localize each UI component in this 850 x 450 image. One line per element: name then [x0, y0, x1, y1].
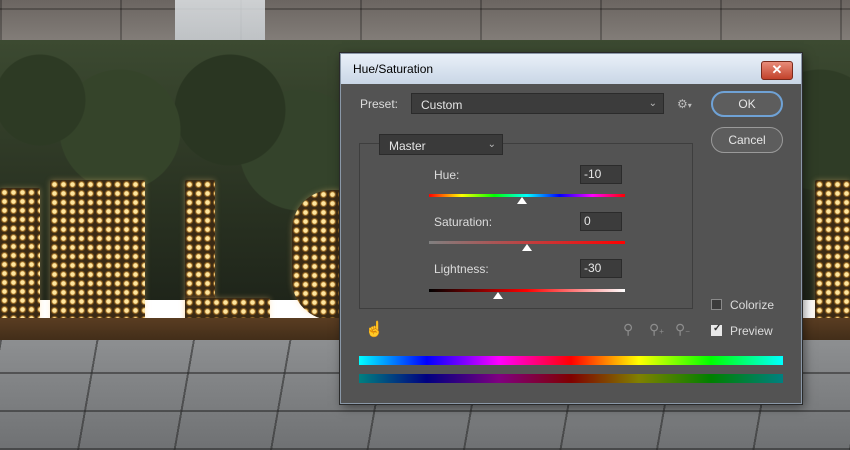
eyedropper-minus-icon[interactable]: ⚲−	[675, 322, 690, 339]
hue-slider-thumb[interactable]	[516, 197, 527, 204]
colorize-checkbox[interactable]	[711, 299, 722, 310]
preview-label: Preview	[730, 324, 773, 338]
title-bar[interactable]: Hue/Saturation ✕	[341, 54, 801, 84]
channel-value: Master	[389, 139, 426, 153]
preset-value: Custom	[421, 98, 463, 112]
dialog-title: Hue/Saturation	[353, 62, 434, 76]
close-icon: ✕	[771, 62, 783, 77]
hue-slider-track[interactable]	[429, 194, 625, 197]
hue-saturation-dialog: Hue/Saturation ✕ Preset: Custom ⌄ ⚙▾ OK …	[340, 53, 802, 404]
colorize-label: Colorize	[730, 298, 775, 312]
close-button[interactable]: ✕	[761, 61, 793, 80]
saturation-input[interactable]: 0	[580, 212, 622, 231]
preset-label: Preset:	[360, 97, 399, 111]
eyedropper-plus-icon[interactable]: ⚲+	[649, 322, 664, 339]
saturation-slider-thumb[interactable]	[522, 244, 532, 251]
lightness-input[interactable]: -30	[580, 259, 622, 278]
output-color-bar	[359, 374, 783, 383]
hand-pointer-icon[interactable]: ☝	[365, 322, 384, 337]
cancel-button[interactable]: Cancel	[711, 127, 783, 153]
adjustment-group	[359, 143, 693, 309]
chevron-down-icon: ⌄	[648, 98, 657, 109]
lightness-label: Lightness:	[434, 262, 489, 276]
input-color-bar	[359, 356, 783, 365]
gear-icon[interactable]: ⚙▾	[677, 97, 692, 113]
eyedropper-icon[interactable]: ⚲	[623, 322, 633, 336]
lightness-slider-thumb[interactable]	[492, 292, 503, 299]
lightness-slider-track[interactable]	[429, 289, 625, 292]
hue-input[interactable]: -10	[580, 165, 622, 184]
hue-label: Hue:	[434, 168, 460, 182]
channel-dropdown[interactable]: Master ⌄	[379, 134, 503, 155]
preview-checkbox[interactable]	[711, 323, 722, 336]
chevron-down-icon: ⌄	[487, 139, 496, 150]
preset-dropdown[interactable]: Custom ⌄	[411, 93, 664, 114]
saturation-label: Saturation:	[434, 215, 493, 229]
ok-button[interactable]: OK	[711, 91, 783, 117]
